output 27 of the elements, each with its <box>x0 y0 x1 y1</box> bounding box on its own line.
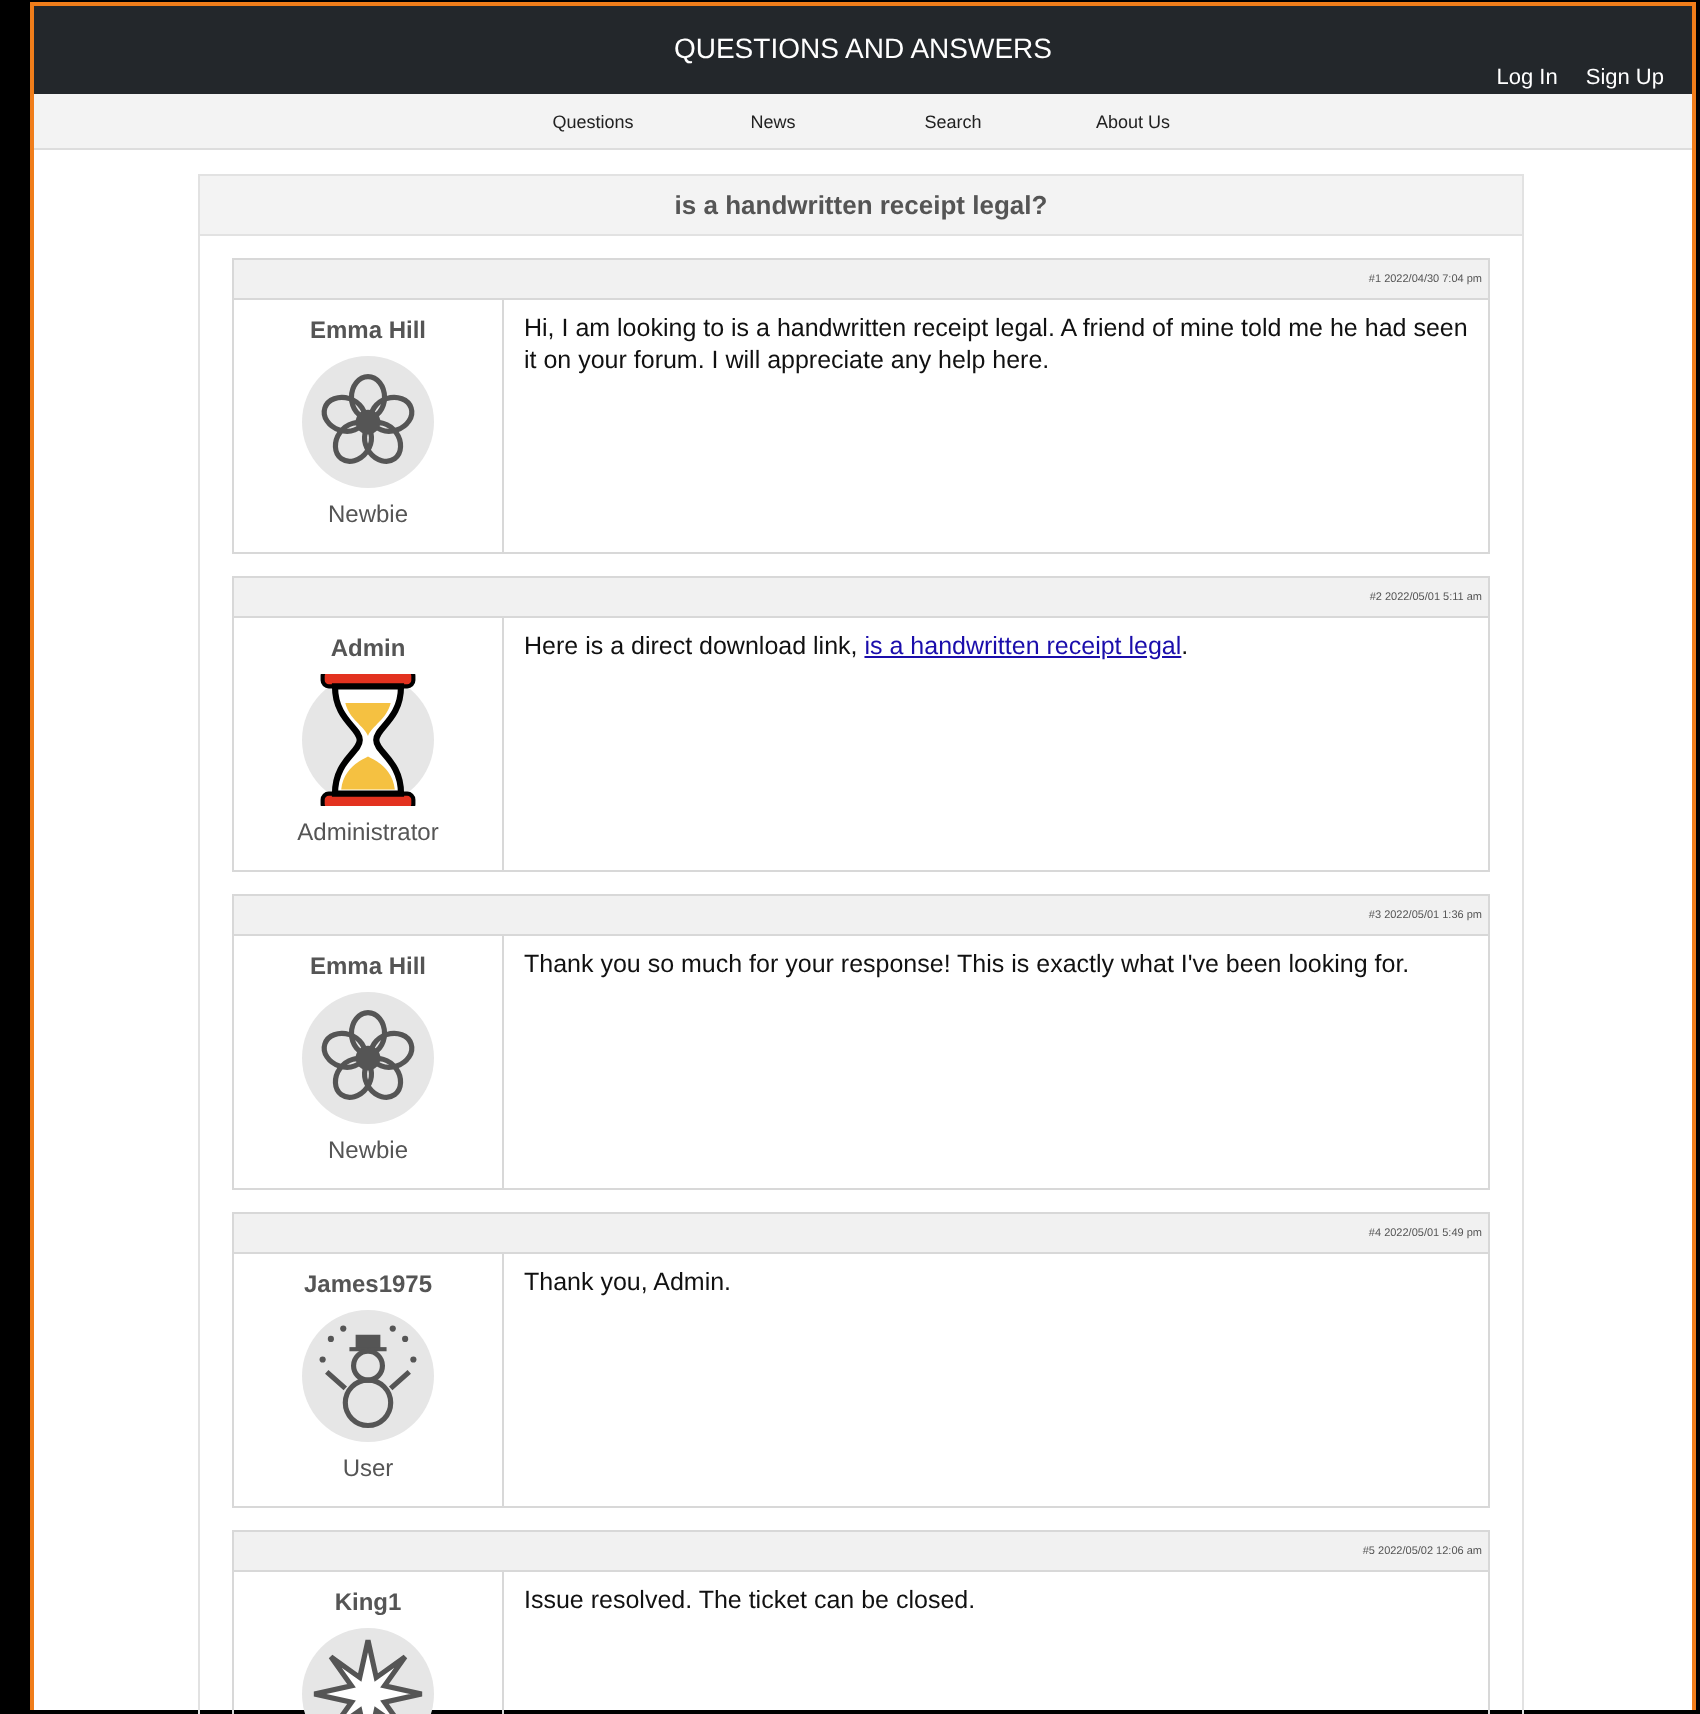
auth-link[interactable]: Sign Up <box>1585 66 1664 90</box>
post-message: Thank you, Admin. <box>524 1266 734 1298</box>
nav-link[interactable]: News <box>683 111 863 131</box>
post-message: Hi, I am looking to is a handwritten receipt legal. A friend of mine told me he had seen it on your forum. I will appreciate any help here. <box>524 312 1468 376</box>
user-role: Newbie <box>327 500 409 528</box>
author-name: Admin <box>330 634 406 662</box>
download-link[interactable]: is a handwritten receipt legal <box>864 632 1182 660</box>
nav-link[interactable]: Search <box>863 111 1043 131</box>
hourglass-icon <box>302 674 434 806</box>
user-role: User <box>342 1454 394 1482</box>
author-name: James1975 <box>303 1270 433 1298</box>
snowman-icon <box>302 1310 434 1442</box>
flower-icon <box>302 356 434 488</box>
flower-icon <box>302 992 434 1124</box>
user-role: Administrator <box>297 818 439 846</box>
user-role: Newbie <box>327 1136 409 1164</box>
author-name: Emma Hill <box>309 316 427 344</box>
auth-link[interactable]: Log In <box>1496 66 1558 90</box>
nav-link[interactable]: About Us <box>1043 111 1223 131</box>
post-message: Issue resolved. The ticket can be closed. <box>524 1584 978 1616</box>
topic-title: is a handwritten receipt legal? <box>674 190 1048 220</box>
author-name: Emma Hill <box>309 952 427 980</box>
author-name: King1 <box>334 1588 402 1616</box>
nav-link[interactable]: Questions <box>503 111 683 131</box>
site-title: QUESTIONS AND ANSWERS <box>673 32 1053 66</box>
post-message: Here is a direct download link, is a handwritten receipt legal. <box>524 630 1191 662</box>
post-message: Thank you so much for your response! This is exactly what I've been looking for. <box>524 948 1412 980</box>
